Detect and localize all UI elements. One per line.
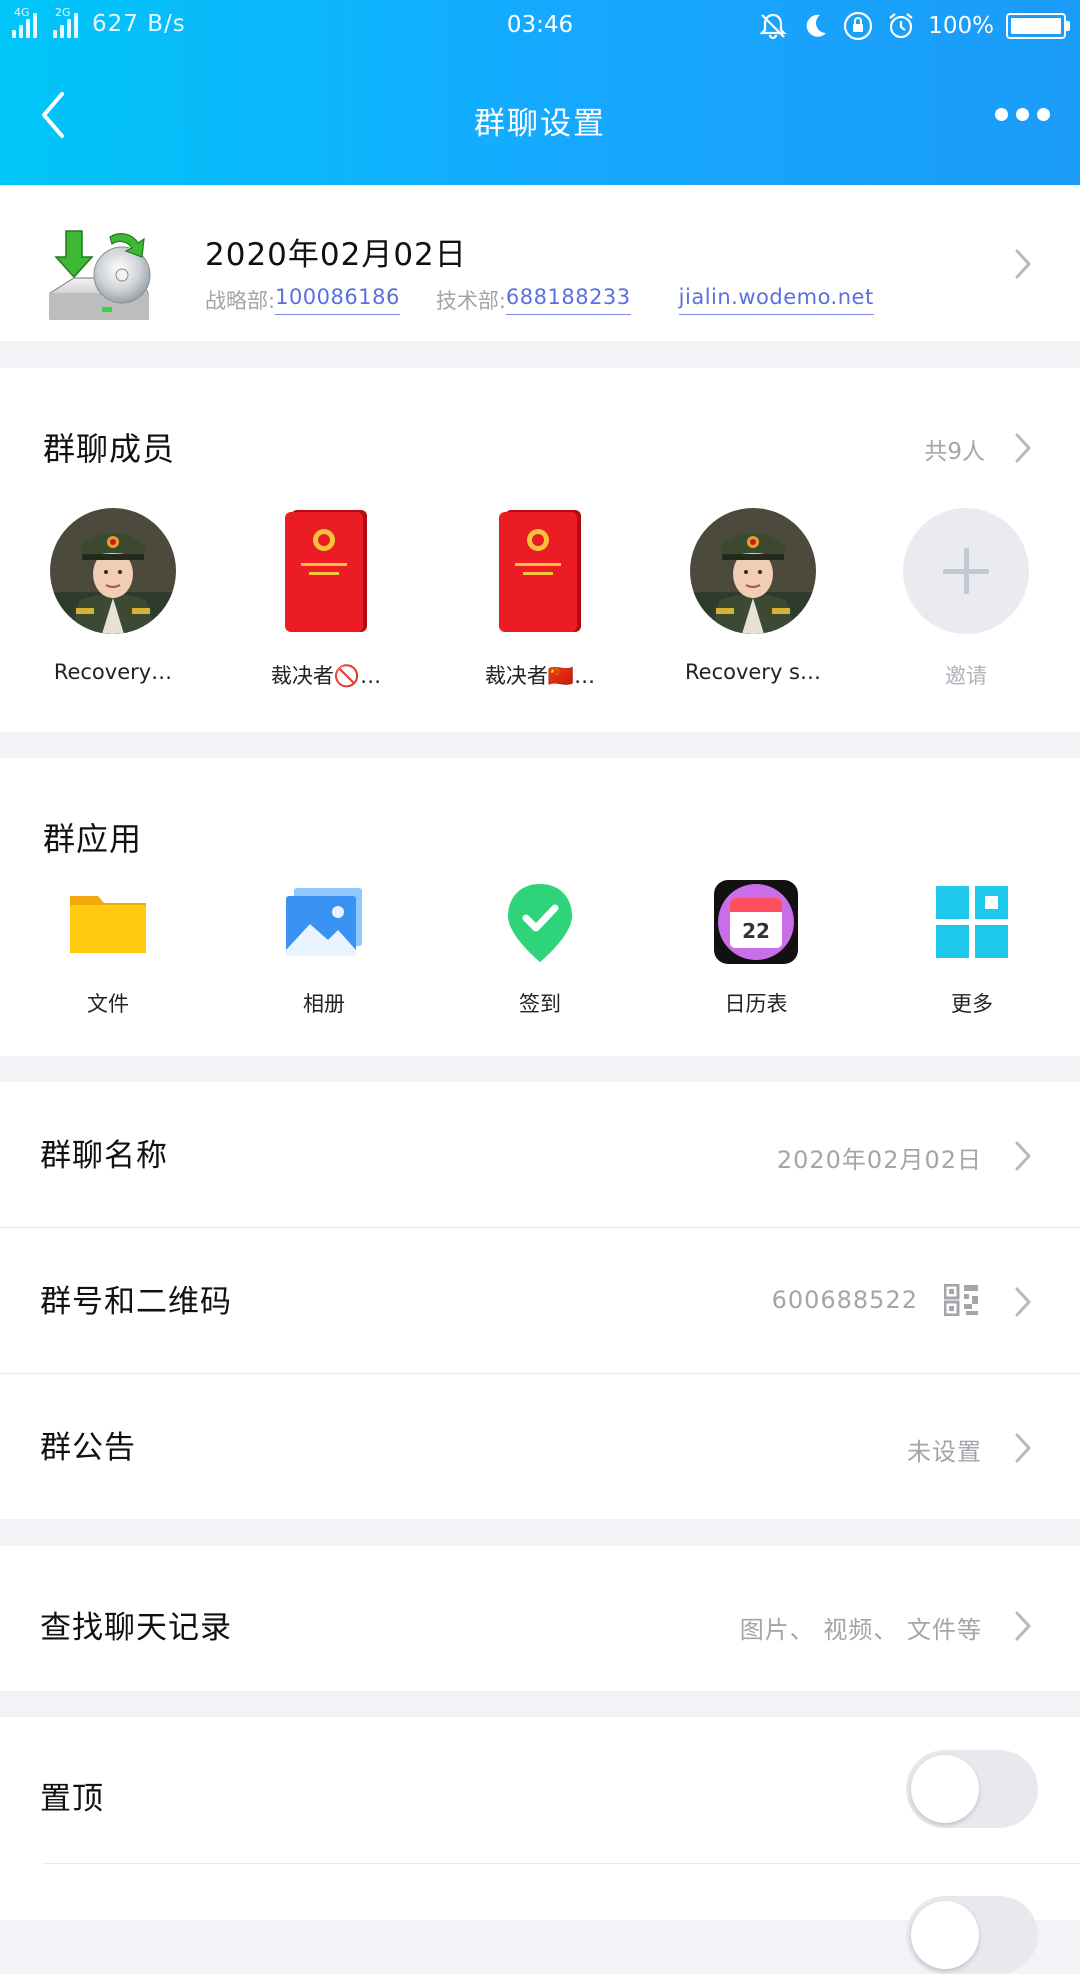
app-calendar[interactable]: 22 日历表 — [676, 880, 836, 1018]
avatar — [690, 508, 816, 634]
member-name: 裁决者🇨🇳… — [484, 664, 596, 688]
app-files[interactable]: 文件 — [28, 880, 188, 1018]
invite-button[interactable]: 邀请 — [866, 508, 1066, 690]
group-name-row[interactable]: 群聊名称 2020年02月02日 — [0, 1082, 1080, 1227]
dept2-label: 技术部: — [435, 289, 506, 313]
avatar — [50, 508, 176, 634]
dept2-link[interactable]: 688188233 — [505, 285, 631, 315]
row-label: 群号和二维码 — [40, 1284, 232, 1320]
apps-title: 群应用 — [43, 820, 143, 858]
more-options-button[interactable] — [995, 108, 1050, 121]
row-value: 未设置 — [907, 1438, 982, 1466]
app-label: 日历表 — [724, 992, 788, 1016]
chevron-right-icon — [1014, 432, 1032, 464]
row-label: 查找聊天记录 — [40, 1610, 232, 1646]
check-in-icon — [498, 880, 582, 964]
header-bar: 4G 2G 627 B/s 03:46 100% 群聊设置 — [0, 0, 1080, 185]
alarm-icon — [889, 13, 913, 39]
search-history-row[interactable]: 查找聊天记录 图片、 视频、 文件等 — [0, 1546, 1080, 1691]
page-title: 群聊设置 — [474, 106, 606, 142]
row-value: 图片、 视频、 文件等 — [739, 1616, 982, 1644]
status-right: 100% — [758, 10, 1070, 42]
member-item[interactable]: Recovery… — [13, 508, 213, 684]
more-dot-icon — [1037, 108, 1050, 121]
app-checkin[interactable]: 签到 — [460, 880, 620, 1018]
members-title: 群聊成员 — [43, 430, 176, 468]
dept1-label: 战略部: — [205, 289, 276, 313]
more-dot-icon — [1016, 108, 1029, 121]
divider — [42, 1863, 1080, 1864]
calendar-day: 22 — [742, 919, 770, 943]
group-meta-line: 战略部: 100086186 技术部: 688188233 jialin.wod… — [205, 285, 874, 315]
moon-icon — [806, 14, 827, 37]
battery-icon — [1006, 13, 1070, 39]
row-value: 2020年02月02日 — [776, 1146, 982, 1174]
qr-code-icon — [943, 1283, 980, 1320]
toggle-knob — [911, 1755, 979, 1823]
pin-toggle[interactable] — [906, 1750, 1038, 1828]
app-label: 文件 — [87, 992, 129, 1016]
rotation-lock-icon — [844, 11, 873, 41]
member-name: Recovery s… — [685, 660, 821, 684]
chevron-right-icon — [1014, 1140, 1032, 1172]
row-label: 群公告 — [40, 1430, 136, 1466]
more-apps-icon — [930, 880, 1014, 964]
member-count[interactable]: 共9人 — [924, 432, 985, 466]
app-label: 相册 — [303, 992, 345, 1016]
row-label: 群聊名称 — [40, 1138, 168, 1174]
status-bar: 4G 2G 627 B/s 03:46 100% — [0, 0, 1080, 55]
more-dot-icon — [995, 108, 1008, 121]
app-album[interactable]: 相册 — [244, 880, 404, 1018]
photo-album-icon — [282, 880, 366, 964]
chevron-right-icon — [1014, 1432, 1032, 1464]
plus-icon — [903, 508, 1029, 634]
group-notice-row[interactable]: 群公告 未设置 — [0, 1374, 1080, 1519]
invite-label: 邀请 — [945, 664, 987, 688]
group-name: 2020年02月02日 — [205, 237, 467, 273]
website-link[interactable]: jialin.wodemo.net — [678, 285, 874, 315]
avatar — [263, 508, 389, 634]
avatar — [477, 508, 603, 634]
app-more[interactable]: 更多 — [892, 880, 1052, 1018]
mute-bell-icon — [759, 13, 787, 40]
pin-row: 置顶 — [0, 1717, 1080, 1974]
group-qr-row[interactable]: 群号和二维码 600688522 — [0, 1228, 1080, 1373]
row-value: 600688522 — [771, 1286, 918, 1314]
chevron-right-icon — [1014, 1286, 1032, 1318]
group-info-card[interactable]: 2020年02月02日 战略部: 100086186 技术部: 68818823… — [0, 185, 1080, 341]
dept1-link[interactable]: 100086186 — [275, 285, 400, 315]
member-item[interactable]: Recovery s… — [653, 508, 853, 684]
group-avatar — [44, 223, 154, 333]
battery-percent: 100% — [928, 13, 994, 39]
folder-icon — [66, 880, 150, 964]
member-item[interactable]: 裁决者🇨🇳… — [440, 508, 640, 690]
app-label: 更多 — [951, 992, 993, 1016]
chevron-right-icon — [1014, 1610, 1032, 1642]
row-label: 置顶 — [40, 1781, 104, 1817]
member-item[interactable]: 裁决者🚫… — [226, 508, 426, 690]
calendar-icon: 22 — [714, 880, 798, 964]
next-toggle[interactable] — [906, 1896, 1038, 1974]
chevron-right-icon — [1014, 248, 1032, 280]
toggle-knob — [911, 1901, 979, 1969]
app-label: 签到 — [519, 992, 561, 1016]
member-name: Recovery… — [53, 660, 173, 684]
member-name: 裁决者🚫… — [270, 664, 382, 688]
